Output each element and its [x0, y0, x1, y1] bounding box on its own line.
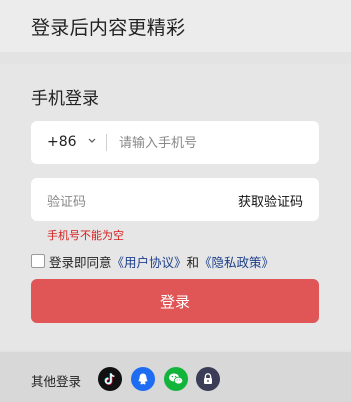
error-message: 手机号不能为空: [47, 229, 124, 242]
agreement-checkbox[interactable]: [31, 254, 45, 268]
phone-input[interactable]: [119, 133, 309, 153]
country-code-selector[interactable]: +86: [47, 134, 77, 150]
privacy-policy-link[interactable]: 《隐私政策》: [199, 252, 274, 271]
chevron-down-icon[interactable]: [87, 134, 97, 148]
login-button[interactable]: 登录: [31, 279, 319, 323]
verification-code-input[interactable]: [47, 192, 197, 212]
user-agreement-link[interactable]: 《用户协议》: [112, 252, 187, 271]
phone-field-container: +86: [31, 121, 319, 164]
footer: 其他登录: [0, 352, 351, 402]
divider: [106, 134, 107, 151]
tiktok-icon[interactable]: [98, 367, 122, 391]
wechat-icon[interactable]: [164, 367, 188, 391]
page-title: 登录后内容更精彩: [31, 17, 186, 39]
agreement-row: 登录即同意 《用户协议》 和 《隐私政策》: [31, 252, 274, 270]
header: 登录后内容更精彩: [0, 0, 351, 52]
lock-icon[interactable]: [196, 367, 220, 391]
agreement-and: 和: [186, 254, 200, 270]
qq-icon[interactable]: [131, 367, 155, 391]
other-login-label: 其他登录: [31, 374, 82, 389]
code-field-container: 获取验证码: [31, 178, 319, 221]
get-code-button[interactable]: 获取验证码: [238, 191, 303, 210]
section-title: 手机登录: [31, 89, 99, 109]
agreement-prefix: 登录即同意: [49, 254, 112, 270]
